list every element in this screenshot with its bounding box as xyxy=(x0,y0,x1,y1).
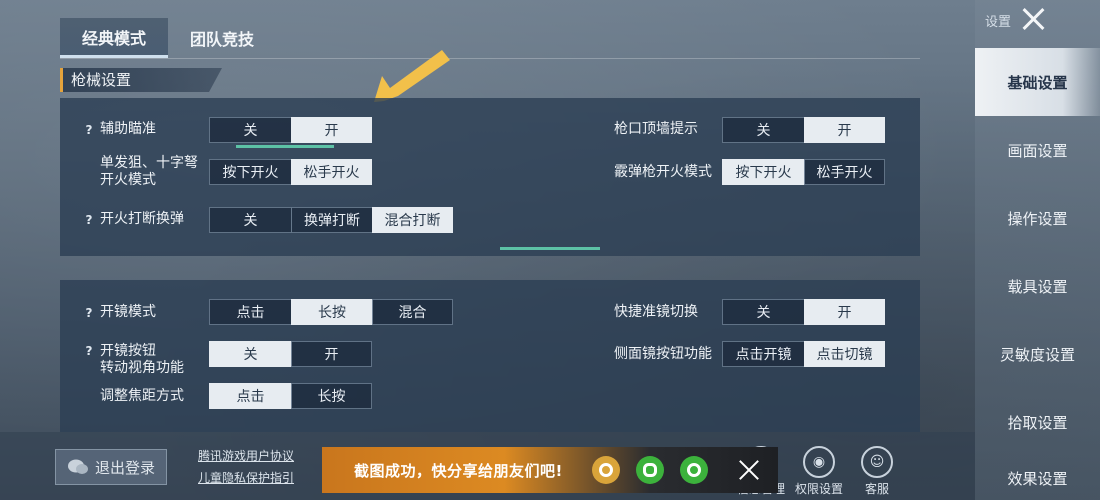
sidebar-item-graphics[interactable]: 画面设置 xyxy=(975,116,1100,184)
muzzle-wall-toggle: 关 开 xyxy=(722,117,885,143)
scope-mode-row: ? 开镜模式 xyxy=(82,304,156,321)
side-scope-row: 侧面镜按钮功能 xyxy=(614,346,712,363)
sniper-fire-release[interactable]: 松手开火 xyxy=(291,159,372,185)
muzzle-wall-row: 枪口顶墙提示 xyxy=(614,121,698,138)
child-privacy-link[interactable]: 儿童隐私保护指引 xyxy=(198,467,294,489)
quick-scope-toggle: 关 开 xyxy=(722,299,885,325)
screenshot-share-banner: 截图成功，快分享给朋友们吧! xyxy=(322,447,778,493)
customer-service-label: 客服 xyxy=(864,482,889,496)
zoom-method-toggle: 点击 长按 xyxy=(209,383,372,409)
sidebar-item-controls[interactable]: 操作设置 xyxy=(975,184,1100,252)
shotgun-fire-row: 霰弹枪开火模式 xyxy=(614,164,712,181)
quick-scope-off[interactable]: 关 xyxy=(722,299,805,325)
side-scope-open[interactable]: 点击开镜 xyxy=(722,341,805,367)
fire-interrupt-label: 开火打断换弹 xyxy=(100,211,184,227)
scope-mode-mixed[interactable]: 混合 xyxy=(372,299,453,325)
logout-label: 退出登录 xyxy=(94,458,155,477)
sniper-fire-press[interactable]: 按下开火 xyxy=(209,159,292,185)
aim-assist-toggle: 关 开 xyxy=(209,117,372,143)
scope-button-view-off[interactable]: 关 xyxy=(209,341,292,367)
tab-team-deathmatch[interactable]: 团队竞技 xyxy=(168,18,276,58)
aim-assist-on[interactable]: 开 xyxy=(291,117,372,143)
scope-button-view-row: ? 开镜按钮 转动视角功能 xyxy=(82,343,184,377)
help-icon[interactable]: ? xyxy=(82,213,96,227)
aim-assist-off[interactable]: 关 xyxy=(209,117,292,143)
help-icon[interactable]: ? xyxy=(82,123,96,137)
tutorial-highlight xyxy=(236,145,334,148)
sniper-fire-toggle: 按下开火 松手开火 xyxy=(209,159,372,185)
sniper-fire-label: 单发狙、十字弩 开火模式 xyxy=(100,155,198,188)
fire-interrupt-mixed[interactable]: 混合打断 xyxy=(372,207,453,233)
fire-interrupt-row: ? 开火打断换弹 xyxy=(82,211,184,228)
sidebar-item-sensitivity[interactable]: 灵敏度设置 xyxy=(975,320,1100,388)
chat-icon xyxy=(67,459,88,474)
quick-scope-row: 快捷准镜切换 xyxy=(614,304,698,321)
scope-button-view-toggle: 关 开 xyxy=(209,341,372,367)
aim-assist-row: ? 辅助瞄准 xyxy=(82,121,156,138)
mode-tabs: 经典模式 团队竞技 xyxy=(60,18,920,58)
scope-button-view-label: 开镜按钮 转动视角功能 xyxy=(100,343,184,376)
zoom-method-label: 调整焦距方式 xyxy=(100,388,184,404)
help-icon[interactable]: ? xyxy=(82,306,96,320)
fire-interrupt-reload[interactable]: 换弹打断 xyxy=(291,207,373,233)
side-scope-toggle: 点击开镜 点击切镜 xyxy=(722,341,885,367)
scope-mode-tap[interactable]: 点击 xyxy=(209,299,292,325)
scope-mode-label: 开镜模式 xyxy=(100,304,156,320)
scope-button-view-on[interactable]: 开 xyxy=(291,341,372,367)
side-scope-label: 侧面镜按钮功能 xyxy=(614,346,712,362)
scope-mode-hold[interactable]: 长按 xyxy=(291,299,373,325)
sidebar-item-basic[interactable]: 基础设置 xyxy=(975,48,1100,116)
customer-service-button[interactable]: ☺ 客服 xyxy=(848,446,906,497)
fire-interrupt-off[interactable]: 关 xyxy=(209,207,292,233)
shotgun-fire-toggle: 按下开火 松手开火 xyxy=(722,159,885,185)
zoom-method-tap[interactable]: 点击 xyxy=(209,383,292,409)
help-icon[interactable]: ? xyxy=(82,344,96,358)
logout-button[interactable]: 退出登录 xyxy=(55,449,167,485)
scope-mode-toggle: 点击 长按 混合 xyxy=(209,299,453,325)
shotgun-fire-label: 霰弹枪开火模式 xyxy=(614,164,712,180)
service-icon: ☺ xyxy=(861,446,893,478)
permission-button[interactable]: ◉ 权限设置 xyxy=(790,446,848,497)
qq-share-icon[interactable] xyxy=(592,456,620,484)
muzzle-wall-on[interactable]: 开 xyxy=(804,117,885,143)
permission-label: 权限设置 xyxy=(794,482,843,496)
moments-share-icon[interactable] xyxy=(680,456,708,484)
shotgun-fire-release[interactable]: 松手开火 xyxy=(804,159,885,185)
muzzle-wall-off[interactable]: 关 xyxy=(722,117,805,143)
sidebar-item-effects[interactable]: 效果设置 xyxy=(975,456,1100,500)
close-icon[interactable] xyxy=(1020,6,1046,32)
sidebar-item-pickup[interactable]: 拾取设置 xyxy=(975,388,1100,456)
quick-scope-on[interactable]: 开 xyxy=(804,299,885,325)
banner-close-icon[interactable] xyxy=(738,459,760,481)
tabs-divider xyxy=(60,58,920,59)
user-agreement-link[interactable]: 腾讯游戏用户协议 xyxy=(198,445,294,467)
wechat-share-icon[interactable] xyxy=(636,456,664,484)
legal-links: 腾讯游戏用户协议 儿童隐私保护指引 xyxy=(198,445,294,489)
quick-scope-label: 快捷准镜切换 xyxy=(614,304,698,320)
sidebar-header-title: 设置 xyxy=(985,14,1012,30)
zoom-method-hold[interactable]: 长按 xyxy=(291,383,372,409)
aim-assist-label: 辅助瞄准 xyxy=(100,121,156,137)
section-title-weapon: 枪械设置 xyxy=(60,68,222,92)
fire-interrupt-toggle: 关 换弹打断 混合打断 xyxy=(209,207,453,233)
page-indicator xyxy=(500,247,600,250)
sidebar-item-vehicle[interactable]: 载具设置 xyxy=(975,252,1100,320)
banner-text: 截图成功，快分享给朋友们吧! xyxy=(354,461,563,480)
zoom-method-row: 调整焦距方式 xyxy=(100,388,184,405)
permission-icon: ◉ xyxy=(803,446,835,478)
tab-classic-mode[interactable]: 经典模式 xyxy=(60,18,169,58)
shotgun-fire-press[interactable]: 按下开火 xyxy=(722,159,805,185)
sniper-fire-row: 单发狙、十字弩 开火模式 xyxy=(100,155,198,189)
side-scope-switch[interactable]: 点击切镜 xyxy=(804,341,885,367)
muzzle-wall-label: 枪口顶墙提示 xyxy=(614,121,698,137)
